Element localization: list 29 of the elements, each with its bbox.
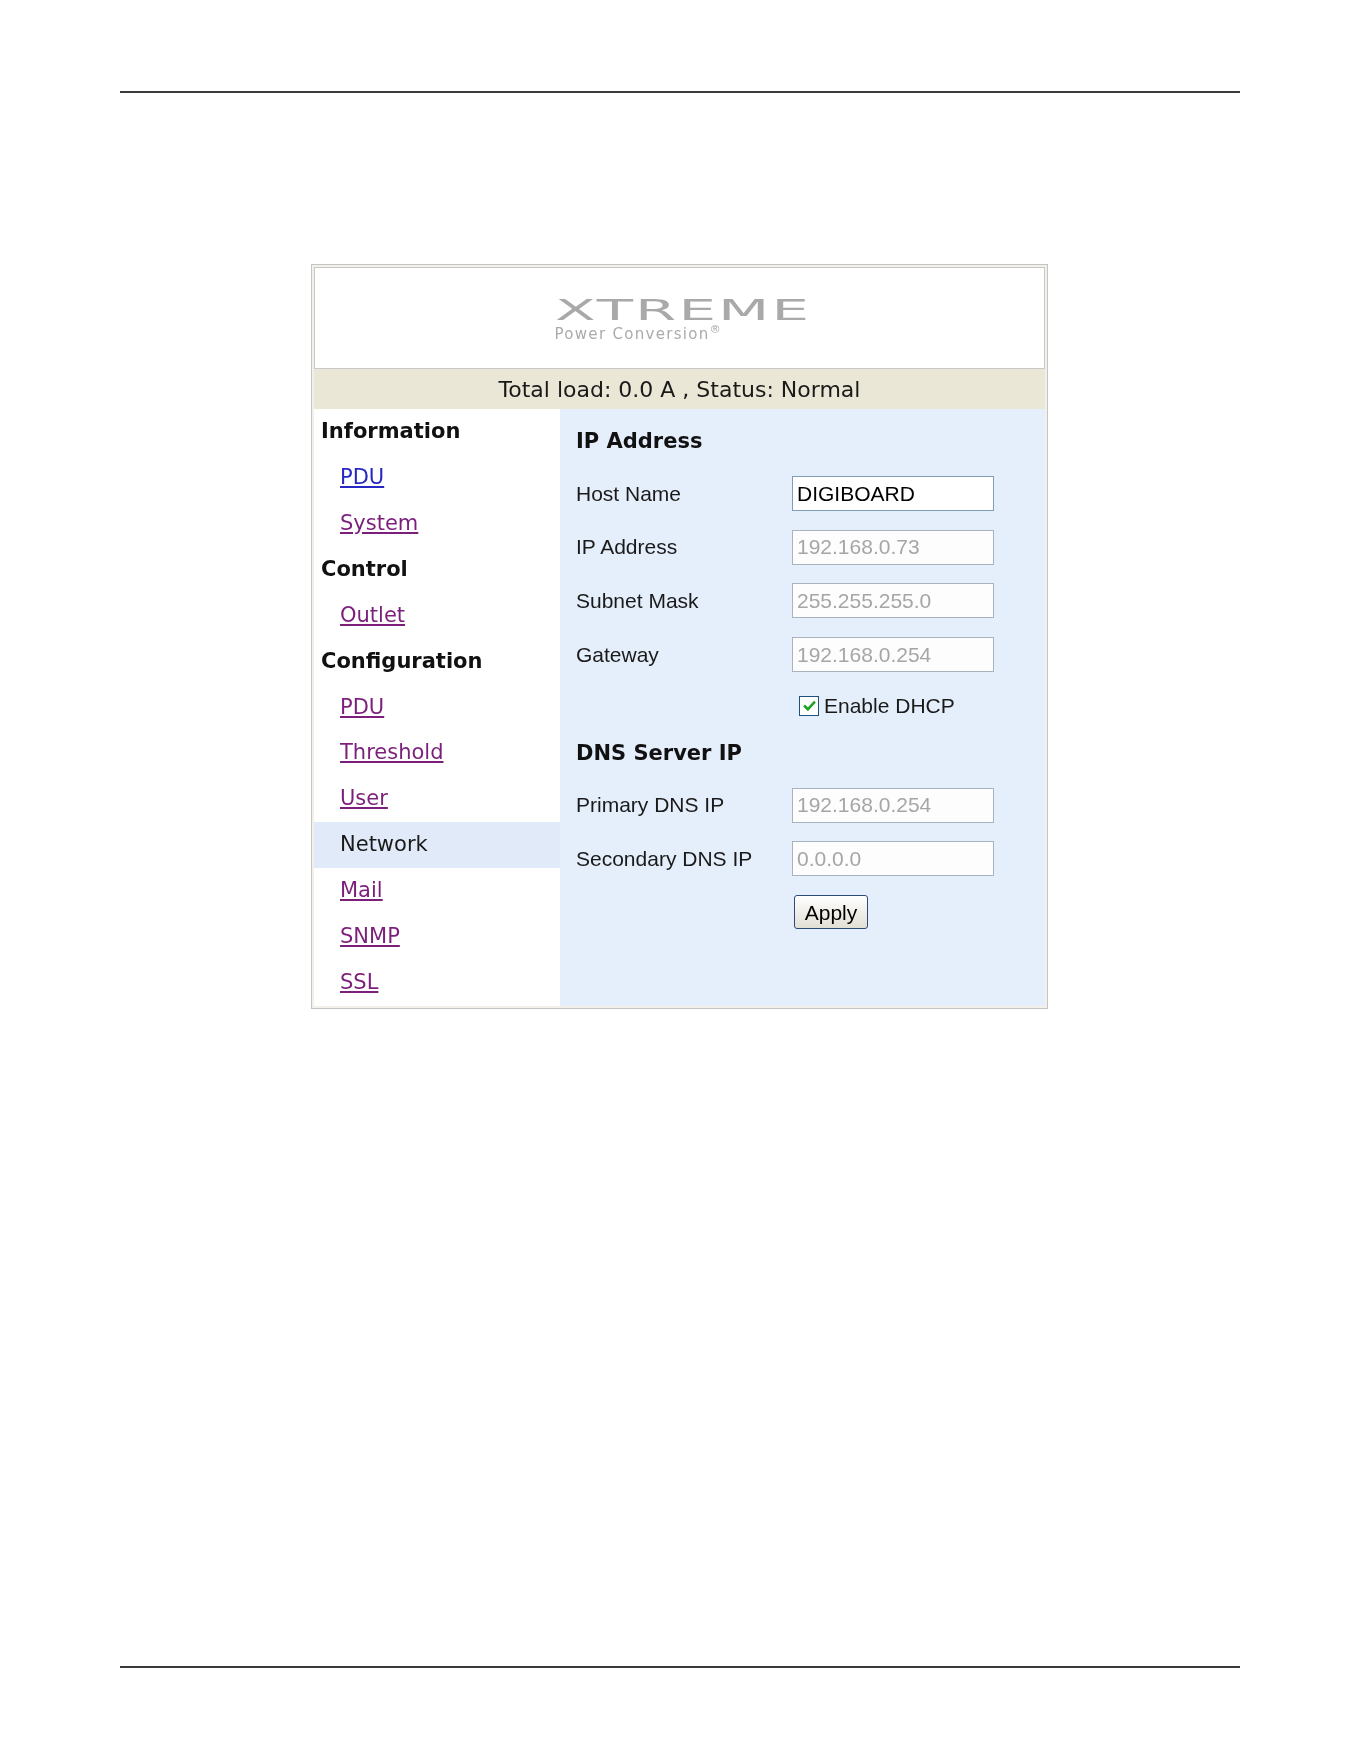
field-label: Gateway	[576, 642, 659, 667]
checkbox-label: Enable DHCP	[824, 693, 955, 718]
field-label: Primary DNS IP	[576, 793, 725, 818]
sidebar-heading: Configuration	[321, 647, 483, 675]
sidebar-link[interactable]: PDU	[340, 462, 385, 494]
logo-wordmark: XTREME	[554, 298, 811, 322]
sidebar-link[interactable]: Mail	[340, 875, 383, 907]
sidebar-link[interactable]: Threshold	[340, 737, 444, 769]
sidebar-link[interactable]: SSL	[340, 966, 379, 999]
section-heading: IP Address	[576, 431, 703, 451]
sidebar-link[interactable]: Outlet	[340, 599, 406, 632]
field-label: Secondary DNS IP	[576, 846, 753, 871]
sidebar-link[interactable]: System	[340, 507, 419, 540]
sidebar-link[interactable]: SNMP	[340, 921, 400, 953]
field-label: IP Address	[576, 535, 678, 560]
sidebar-item[interactable]: Network	[314, 822, 560, 868]
sidebar-link[interactable]: User	[340, 783, 388, 815]
checkbox[interactable]	[799, 695, 819, 716]
logo-tagline: Power Conversion$^{®}$	[554, 326, 723, 342]
field-label: Host Name	[576, 481, 682, 506]
input-field[interactable]: DIGIBOARD	[792, 476, 994, 511]
sidebar-heading: Control	[321, 555, 408, 583]
section-heading: DNS Server IP	[576, 742, 742, 763]
status-bar: Total load: 0.0 A , Status: Normal	[314, 369, 1045, 409]
field-label: Subnet Mask	[576, 588, 699, 613]
sidebar-link[interactable]: PDU	[340, 691, 385, 724]
sidebar-heading: Information	[321, 418, 461, 446]
apply-button[interactable]: Apply	[794, 895, 868, 930]
check-icon	[802, 700, 816, 712]
